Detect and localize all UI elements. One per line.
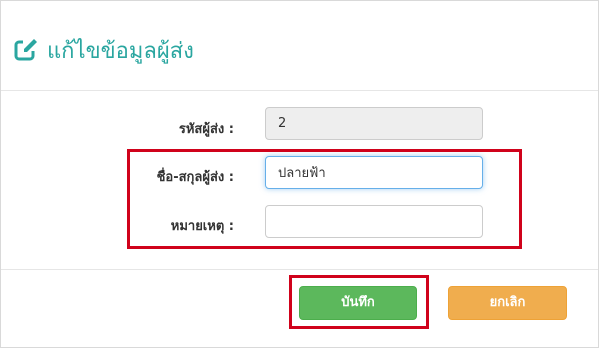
dialog-body: รหัสผู้ส่ง : ชื่อ-สกุลผู้ส่ง : หมายเหตุ … <box>1 91 598 269</box>
remark-field[interactable] <box>265 205 483 238</box>
sender-id-field[interactable] <box>265 107 483 140</box>
sender-id-label: รหัสผู้ส่ง : <box>178 122 234 137</box>
sender-name-label: ชื่อ-สกุลผู้ส่ง : <box>156 170 234 185</box>
dialog-footer: บันทึก ยกเลิก <box>1 269 598 347</box>
sender-name-field[interactable] <box>265 156 483 189</box>
save-button[interactable]: บันทึก <box>299 286 417 320</box>
edit-icon <box>14 37 40 63</box>
remark-label: หมายเหตุ : <box>170 219 234 234</box>
edit-sender-dialog: แก้ไขข้อมูลผู้ส่ง รหัสผู้ส่ง : ชื่อ-สกุล… <box>0 0 599 348</box>
dialog-header: แก้ไขข้อมูลผู้ส่ง <box>1 1 598 91</box>
dialog-title: แก้ไขข้อมูลผู้ส่ง <box>47 39 194 64</box>
cancel-button[interactable]: ยกเลิก <box>448 286 567 320</box>
